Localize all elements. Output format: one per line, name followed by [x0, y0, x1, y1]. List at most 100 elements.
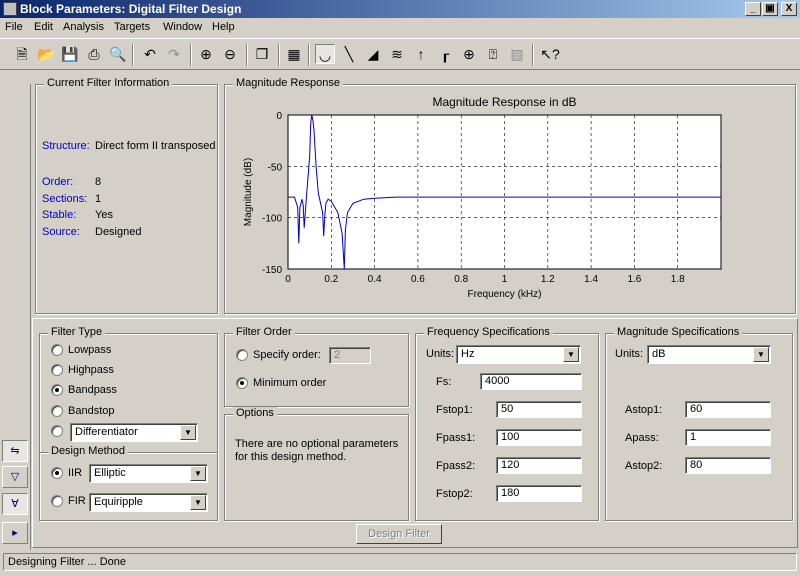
transform-filter-side-icon[interactable]: ▽: [2, 466, 28, 488]
magnitude-phase-icon[interactable]: ◢: [363, 44, 383, 64]
fpass2-input[interactable]: 120: [496, 457, 582, 474]
specify-order-label[interactable]: Specify order:: [253, 349, 321, 361]
magnitude-specs-group: Magnitude Specifications Units: dB ▼ Ast…: [605, 326, 793, 521]
chevron-down-icon[interactable]: ▼: [190, 495, 206, 510]
zoom-out-icon[interactable]: ⊖: [220, 44, 240, 64]
x-tick-label: 1.4: [584, 274, 598, 285]
whats-this-help-icon[interactable]: ↖?: [540, 44, 560, 64]
frequency-specs-title: Frequency Specifications: [424, 326, 553, 338]
fs-input[interactable]: 4000: [480, 373, 582, 390]
current-filter-info-title: Current Filter Information: [44, 77, 173, 89]
filter-coefficients-icon[interactable]: ⍰: [483, 44, 503, 64]
close-button[interactable]: X: [781, 2, 797, 16]
save-icon[interactable]: 💾: [60, 44, 80, 64]
chevron-down-icon[interactable]: ▼: [563, 347, 579, 362]
y-tick-label: -150: [262, 265, 282, 276]
redo-icon[interactable]: ↷: [164, 44, 184, 64]
x-tick-label: 0.8: [454, 274, 468, 285]
pole-zero-icon[interactable]: ⊕: [459, 44, 479, 64]
menu-help[interactable]: Help: [212, 21, 235, 33]
impulse-response-icon[interactable]: ↑: [411, 44, 431, 64]
menu-bar: File Edit Analysis Targets Window Help: [0, 18, 800, 38]
astop2-input[interactable]: 80: [685, 457, 771, 474]
menu-file[interactable]: File: [5, 21, 23, 33]
filter-order-title: Filter Order: [233, 326, 295, 338]
lowpass-radio[interactable]: [51, 344, 63, 356]
design-filter-button[interactable]: Design Filter: [356, 524, 442, 544]
fstop2-input[interactable]: 180: [496, 485, 582, 502]
order-value: 8: [95, 176, 102, 188]
open-icon[interactable]: 📂: [36, 44, 56, 64]
iir-method-value: Elliptic: [94, 467, 126, 479]
specify-order-radio[interactable]: [236, 349, 248, 361]
fstop2-label: Fstop2:: [436, 488, 473, 500]
menu-analysis[interactable]: Analysis: [63, 21, 104, 33]
iir-method-select[interactable]: Elliptic ▼: [89, 464, 208, 483]
y-tick-label: -50: [268, 162, 283, 173]
print-preview-icon[interactable]: 🔍: [108, 44, 128, 64]
mag-units-select[interactable]: dB ▼: [647, 345, 771, 364]
chevron-down-icon[interactable]: ▼: [753, 347, 769, 362]
fir-method-select[interactable]: Equiripple ▼: [89, 493, 208, 512]
iir-label[interactable]: IIR: [68, 467, 82, 479]
minimum-order-radio[interactable]: [236, 377, 248, 389]
filter-information-icon[interactable]: ▧: [507, 44, 527, 64]
highpass-label[interactable]: Highpass: [68, 364, 114, 376]
structure-label: Structure:: [42, 140, 90, 152]
maximize-button[interactable]: ▣: [762, 2, 778, 16]
filter-type-title: Filter Type: [48, 326, 106, 338]
undo-icon[interactable]: ↶: [140, 44, 160, 64]
design-method-title: Design Method: [48, 445, 128, 457]
bandstop-label[interactable]: Bandstop: [68, 405, 114, 417]
x-tick-label: 0.2: [324, 274, 338, 285]
menu-targets[interactable]: Targets: [114, 21, 150, 33]
status-bar: Designing Filter ... Done: [0, 552, 800, 576]
magnitude-response-icon[interactable]: ◡: [315, 44, 335, 64]
apass-input[interactable]: 1: [685, 429, 771, 446]
fstop1-input[interactable]: 50: [496, 401, 582, 418]
order-label: Order:: [42, 176, 74, 188]
bandpass-label[interactable]: Bandpass: [68, 384, 117, 396]
plot-area[interactable]: [287, 114, 722, 270]
astop1-input[interactable]: 60: [685, 401, 771, 418]
menu-edit[interactable]: Edit: [34, 21, 53, 33]
order-input[interactable]: 2: [329, 347, 371, 364]
fpass1-input[interactable]: 100: [496, 429, 582, 446]
minimize-button[interactable]: _: [745, 2, 761, 16]
filter-structure-icon[interactable]: ▦: [284, 44, 304, 64]
minimum-order-label[interactable]: Minimum order: [253, 377, 326, 389]
freq-units-select[interactable]: Hz ▼: [456, 345, 581, 364]
print-icon[interactable]: ⎙: [84, 44, 104, 64]
lowpass-label[interactable]: Lowpass: [68, 344, 111, 356]
fpass1-label: Fpass1:: [436, 432, 476, 444]
astop2-label: Astop2:: [625, 460, 663, 472]
other-filter-radio[interactable]: [51, 425, 63, 437]
source-value: Designed: [95, 226, 142, 238]
app-icon[interactable]: [3, 2, 17, 16]
freq-units-value: Hz: [461, 348, 475, 360]
other-filter-value: Differentiator: [75, 426, 138, 438]
zoom-in-icon[interactable]: ⊕: [196, 44, 216, 64]
bandstop-radio[interactable]: [51, 405, 63, 417]
fir-label[interactable]: FIR: [68, 495, 86, 507]
new-icon[interactable]: 🗎: [12, 44, 32, 64]
design-filter-side-icon[interactable]: ⇋: [2, 440, 28, 462]
realize-model-side-icon[interactable]: ▸: [2, 522, 28, 544]
step-response-icon[interactable]: ┎: [435, 44, 455, 64]
menu-window[interactable]: Window: [163, 21, 202, 33]
chevron-down-icon[interactable]: ▼: [180, 425, 196, 440]
other-filter-select[interactable]: Differentiator ▼: [70, 423, 198, 442]
fir-method-value: Equiripple: [94, 496, 143, 508]
chevron-down-icon[interactable]: ▼: [190, 466, 206, 481]
fir-radio[interactable]: [51, 495, 63, 507]
highpass-radio[interactable]: [51, 364, 63, 376]
bandpass-radio[interactable]: [51, 384, 63, 396]
import-filter-side-icon[interactable]: ∀: [2, 493, 28, 515]
x-tick-label: 0: [285, 274, 291, 285]
group-delay-icon[interactable]: ≋: [387, 44, 407, 64]
full-view-icon[interactable]: ❐: [252, 44, 272, 64]
title-bar: Block Parameters: Digital Filter Design …: [0, 0, 800, 18]
phase-response-icon[interactable]: ╲: [339, 44, 359, 64]
magnitude-response-plot[interactable]: Magnitude Response in dB 0 0.2 0.4 0.6 0.8 1 1.…: [225, 85, 795, 313]
iir-radio[interactable]: [51, 467, 63, 479]
